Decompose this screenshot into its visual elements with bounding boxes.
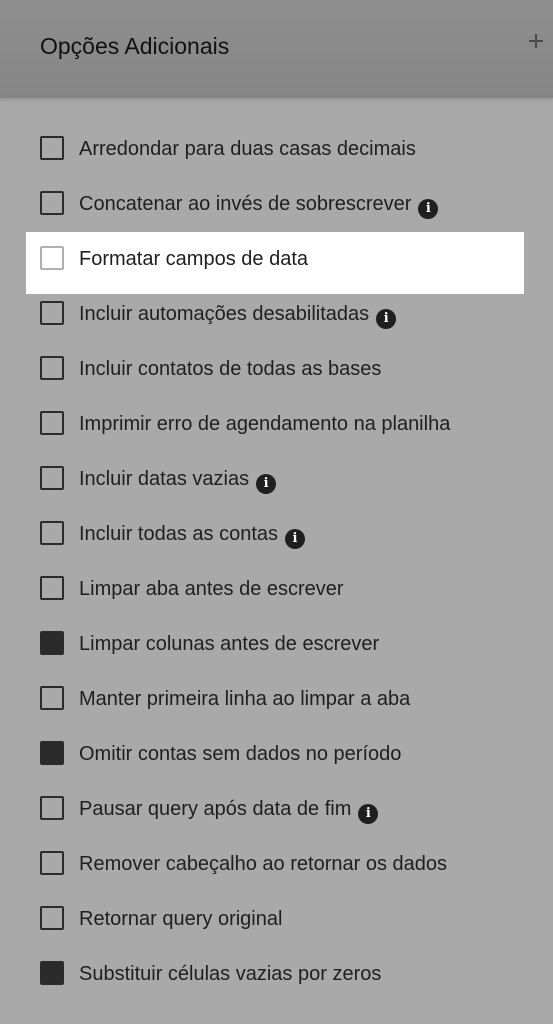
option-imprimir-erro-de-agendamento-na-planilha[interactable]: Imprimir erro de agendamento na planilha	[0, 398, 553, 453]
info-icon[interactable]: i	[256, 474, 277, 494]
option-checkbox[interactable]	[40, 301, 64, 325]
option-remover-cabecalho-ao-retornar-os-dados[interactable]: Remover cabeçalho ao retornar os dados	[0, 838, 553, 893]
option-label-text: Incluir automações desabilitadas	[79, 303, 370, 325]
option-checkbox[interactable]	[40, 961, 64, 985]
option-concatenar-ao-inves-de-sobrescrever[interactable]: Concatenar ao invés de sobrescrever i	[0, 178, 553, 233]
plus-icon[interactable]	[529, 34, 543, 48]
option-label-text: Formatar campos de data	[79, 248, 308, 270]
option-checkbox[interactable]	[40, 466, 64, 490]
option-incluir-todas-as-contas[interactable]: Incluir todas as contas i	[0, 508, 553, 563]
option-label-text: Limpar colunas antes de escrever	[79, 633, 380, 655]
option-label: Limpar aba antes de escrever	[79, 576, 344, 602]
option-checkbox[interactable]	[40, 631, 64, 655]
option-label-text: Omitir contas sem dados no período	[79, 743, 402, 765]
option-checkbox[interactable]	[40, 136, 64, 160]
option-checkbox[interactable]	[40, 906, 64, 930]
option-label: Omitir contas sem dados no período	[79, 741, 401, 767]
option-checkbox[interactable]	[40, 191, 64, 215]
option-label: Formatar campos de data	[79, 246, 308, 272]
option-label-text: Substituir células vazias por zeros	[79, 963, 382, 985]
option-label: Incluir todas as contas i	[79, 521, 305, 549]
panel-title: Opções Adicionais	[40, 33, 230, 59]
option-arredondar-para-duas-casas-decimais[interactable]: Arredondar para duas casas decimais	[0, 123, 553, 178]
option-retornar-query-original[interactable]: Retornar query original	[0, 893, 553, 948]
option-limpar-aba-antes-de-escrever[interactable]: Limpar aba antes de escrever	[0, 563, 553, 618]
option-label: Incluir automações desabilitadas i	[79, 301, 397, 329]
info-icon[interactable]: i	[376, 309, 397, 329]
option-limpar-colunas-antes-de-escrever[interactable]: Limpar colunas antes de escrever	[0, 618, 553, 673]
info-icon[interactable]: i	[285, 529, 305, 549]
option-manter-primeira-linha-ao-limpar-a-aba[interactable]: Manter primeira linha ao limpar a aba	[0, 673, 553, 728]
option-label-text: Manter primeira linha ao limpar a aba	[79, 688, 411, 710]
option-label-text: Incluir contatos de todas as bases	[79, 358, 382, 380]
option-checkbox[interactable]	[40, 741, 64, 765]
option-label: Substituir células vazias por zeros	[79, 961, 381, 987]
option-label: Arredondar para duas casas decimais	[79, 136, 416, 162]
option-label: Concatenar ao invés de sobrescrever i	[79, 191, 439, 219]
info-icon[interactable]: i	[358, 804, 379, 824]
option-label: Pausar query após data de fim i	[79, 796, 379, 824]
option-label-text: Concatenar ao invés de sobrescrever	[79, 193, 412, 215]
info-icon[interactable]: i	[418, 199, 439, 219]
option-label-text: Incluir todas as contas	[79, 523, 278, 545]
option-label: Limpar colunas antes de escrever	[79, 631, 379, 657]
option-formatar-campos-de-data[interactable]: Formatar campos de data	[0, 232, 553, 294]
option-pausar-query-apos-data-de-fim[interactable]: Pausar query após data de fim i	[0, 783, 553, 838]
option-label: Incluir contatos de todas as bases	[79, 356, 381, 382]
option-label: Incluir datas vazias i	[79, 466, 277, 494]
option-checkbox[interactable]	[40, 411, 64, 435]
option-label-text: Pausar query após data de fim	[79, 798, 352, 820]
option-incluir-contatos-de-todas-as-bases[interactable]: Incluir contatos de todas as bases	[0, 343, 553, 398]
option-checkbox[interactable]	[40, 576, 64, 600]
options-list: Arredondar para duas casas decimais Conca…	[0, 123, 553, 1003]
option-label-text: Retornar query original	[79, 908, 283, 930]
option-substituir-celulas-vazias-por-zeros[interactable]: Substituir células vazias por zeros	[0, 948, 553, 1003]
option-checkbox[interactable]	[40, 796, 64, 820]
option-omitir-contas-sem-dados-no-periodo[interactable]: Omitir contas sem dados no período	[0, 728, 553, 783]
option-checkbox[interactable]	[40, 851, 64, 875]
option-label: Remover cabeçalho ao retornar os dados	[79, 851, 447, 877]
option-incluir-datas-vazias[interactable]: Incluir datas vazias i	[0, 453, 553, 508]
option-label: Imprimir erro de agendamento na planilha	[79, 411, 450, 437]
option-incluir-automacoes-desabilitadas[interactable]: Incluir automações desabilitadas i	[0, 288, 553, 343]
option-checkbox[interactable]	[40, 246, 64, 270]
option-label: Retornar query original	[79, 906, 282, 932]
options-panel-header[interactable]: Opções Adicionais	[0, 0, 553, 98]
option-label-text: Imprimir erro de agendamento na planilha	[79, 413, 451, 435]
option-label-text: Arredondar para duas casas decimais	[79, 138, 416, 160]
option-checkbox[interactable]	[40, 521, 64, 545]
option-label: Manter primeira linha ao limpar a aba	[79, 686, 410, 712]
option-checkbox[interactable]	[40, 356, 64, 380]
option-label-text: Limpar aba antes de escrever	[79, 578, 344, 600]
option-label-text: Incluir datas vazias	[79, 468, 250, 490]
option-checkbox[interactable]	[40, 686, 64, 710]
option-label-text: Remover cabeçalho ao retornar os dados	[79, 853, 447, 875]
